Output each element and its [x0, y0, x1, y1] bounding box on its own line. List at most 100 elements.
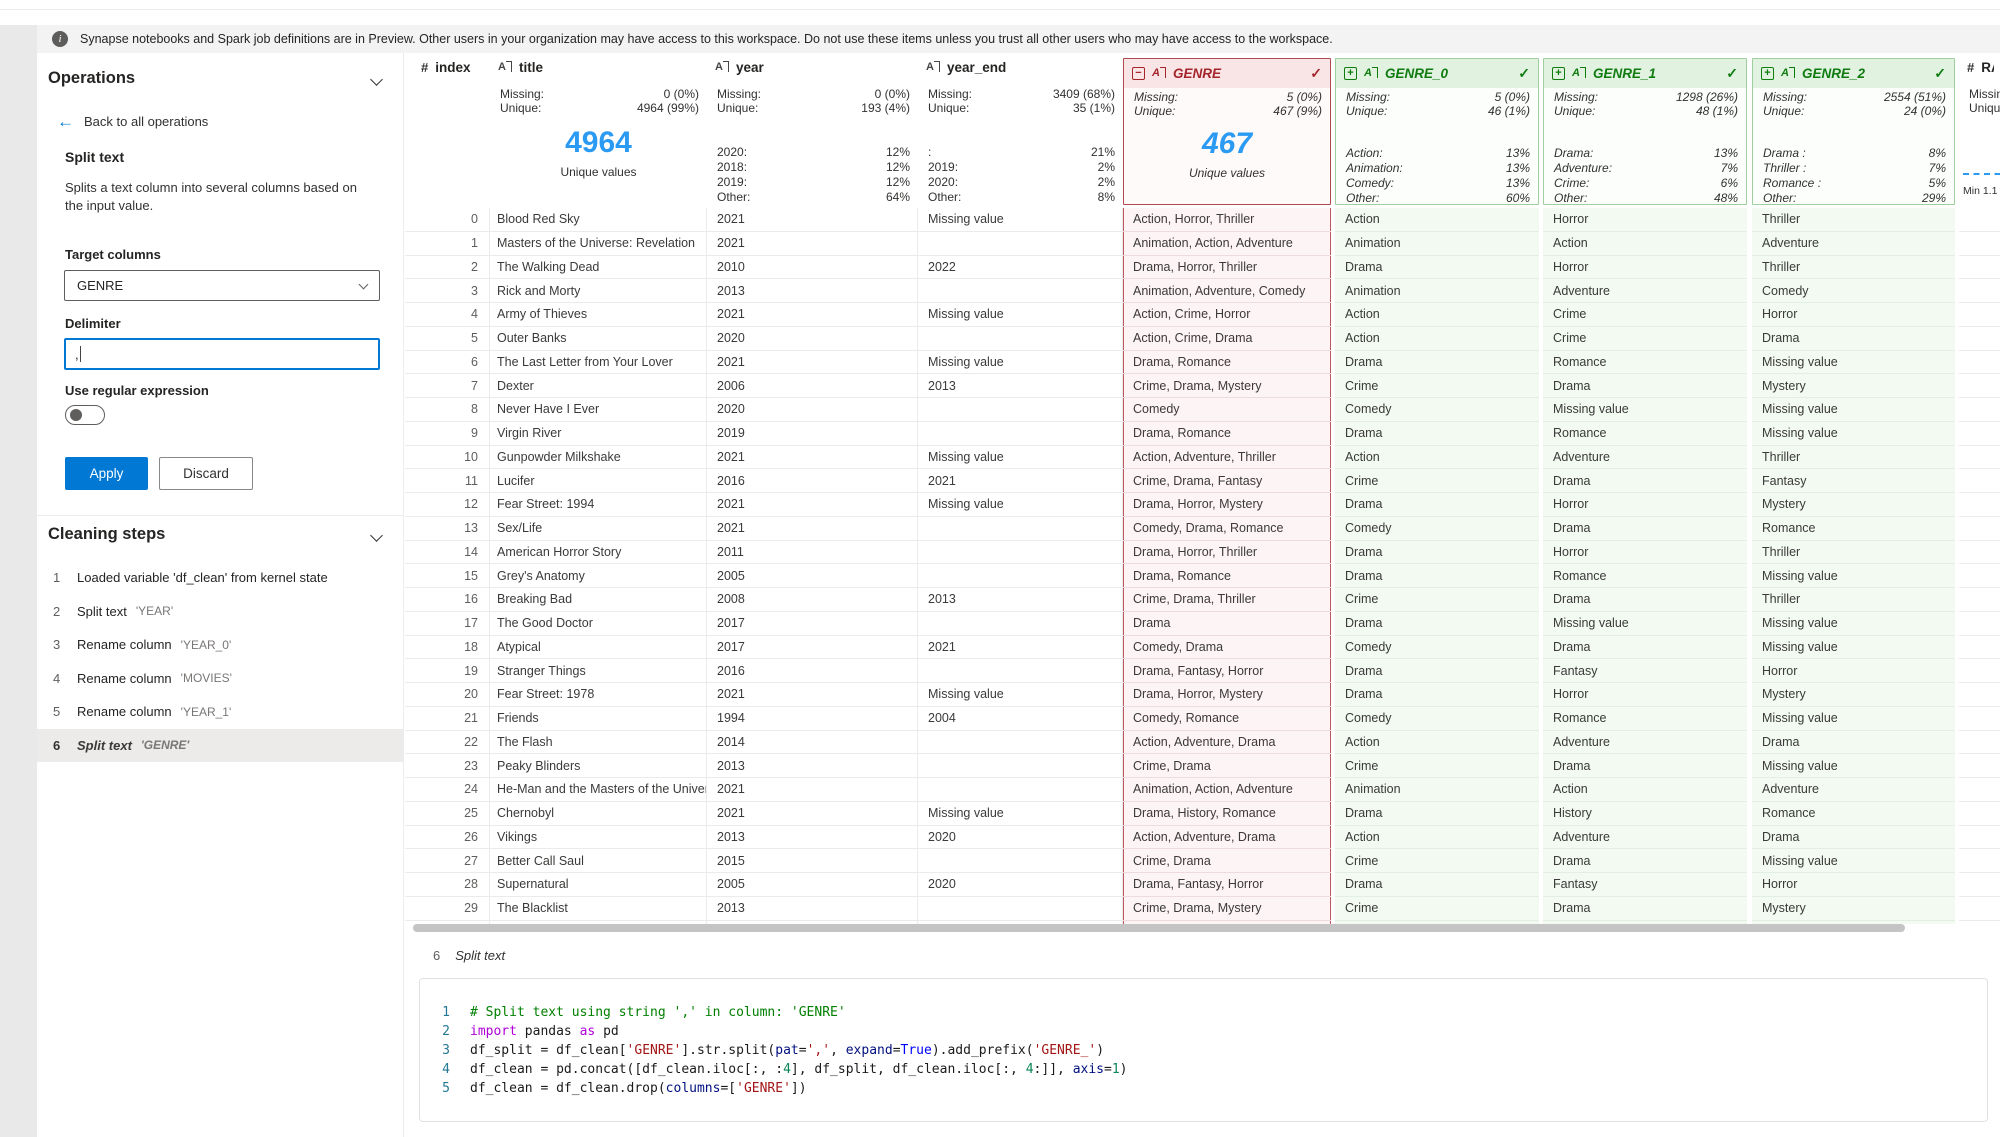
cell-rating — [1959, 849, 2000, 873]
code-token: import — [470, 1024, 517, 1039]
cell-index: 16 — [413, 588, 490, 612]
code-line: 1# Split text using string ',' in column… — [420, 1003, 1987, 1022]
chevron-down-icon[interactable] — [370, 529, 383, 542]
cleaning-step[interactable]: 3Rename column'YEAR_0' — [37, 628, 403, 662]
cell-genre: Animation, Adventure, Comedy — [1123, 279, 1331, 303]
checkmark-icon[interactable]: ✓ — [1310, 65, 1322, 82]
table-row: 11Lucifer20162021Crime, Drama, FantasyCr… — [405, 469, 2000, 493]
code-step-number: 6 — [433, 948, 440, 963]
cell-year-end — [918, 897, 1123, 921]
column-header-GENRE_2[interactable]: +AGENRE_2✓Missing:2554 (51%)Unique:24 (0… — [1752, 53, 1955, 208]
cell-genre: Action, Crime, Horror — [1123, 303, 1331, 327]
cell-title: Virgin River — [490, 422, 707, 446]
histogram-row: Thriller :7% — [1763, 161, 1946, 175]
stat-value: 3409 (68%) — [1053, 87, 1115, 101]
column-name: Atitle — [498, 60, 701, 75]
code-token: ]) — [791, 1081, 807, 1096]
chevron-down-icon — [359, 279, 369, 289]
table-row: 24He-Man and the Masters of the Universe… — [405, 778, 2000, 802]
table-row: 25Chernobyl2021Missing valueDrama, Histo… — [405, 802, 2000, 826]
stat-label: Missing: — [500, 87, 544, 101]
hist-value: 6% — [1721, 176, 1738, 190]
cell-genre-1: Drama — [1543, 588, 1747, 612]
table-row: 26Vikings20132020Action, Adventure, Dram… — [405, 826, 2000, 850]
cell-rating — [1959, 469, 2000, 493]
apply-button[interactable]: Apply — [65, 457, 148, 490]
cell-year: 1994 — [707, 707, 918, 731]
horizontal-scrollbar[interactable] — [413, 924, 1905, 932]
hist-value: 13% — [1506, 146, 1530, 160]
stat-label: Missing: — [1346, 90, 1390, 104]
cell-rating — [1959, 303, 2000, 327]
cell-genre-1: Adventure — [1543, 279, 1747, 303]
cell-genre: Action, Adventure, Drama — [1123, 731, 1331, 755]
code-token: ].str.split( — [681, 1043, 775, 1058]
cell-year-end: 2013 — [918, 588, 1123, 612]
cell-genre-0: Action — [1335, 327, 1539, 351]
cleaning-step[interactable]: 5Rename column'YEAR_1' — [37, 695, 403, 729]
cell-genre-0: Drama — [1335, 422, 1539, 446]
text-cursor — [80, 346, 81, 362]
row-gutter — [405, 256, 413, 280]
cell-title: Better Call Saul — [490, 849, 707, 873]
column-header-year[interactable]: AyearMissing:0 (0%)Unique:193 (4%)2020:1… — [707, 53, 918, 208]
discard-button[interactable]: Discard — [159, 457, 253, 490]
stat-label: Unique: — [1969, 101, 2000, 115]
column-header-RATING[interactable]: #RATINGMissing:Unique:Min 1.1 — [1959, 53, 2000, 208]
operation-description: Splits a text column into several column… — [65, 179, 365, 215]
cleaning-step[interactable]: 4Rename column'MOVIES' — [37, 662, 403, 696]
column-header-title[interactable]: AtitleMissing:0 (0%)Unique:4964 (99%)496… — [490, 53, 707, 208]
hist-key: Drama: — [1554, 146, 1593, 160]
cell-index: 28 — [413, 873, 490, 897]
cell-genre: Drama — [1123, 612, 1331, 636]
code-token: True — [901, 1043, 932, 1058]
cell-year: 2021 — [707, 351, 918, 375]
regex-toggle[interactable] — [65, 405, 105, 425]
cell-genre-1: Horror — [1543, 256, 1747, 280]
text-column-icon: A — [715, 62, 723, 73]
cell-genre-1: Fantasy — [1543, 873, 1747, 897]
table-row: 22The Flash2014Action, Adventure, DramaA… — [405, 731, 2000, 755]
chevron-down-icon[interactable] — [370, 73, 383, 86]
cell-genre-2: Thriller — [1752, 208, 1955, 232]
column-header-GENRE[interactable]: −AGENRE✓Missing:5 (0%)Unique:467 (9%)467… — [1123, 53, 1331, 208]
code-token: ) — [1096, 1043, 1104, 1058]
delimiter-input[interactable]: , — [64, 338, 380, 370]
line-number: 1 — [420, 1003, 470, 1022]
checkmark-icon[interactable]: ✓ — [1518, 65, 1530, 82]
cell-genre-1: Horror — [1543, 493, 1747, 517]
target-columns-select[interactable]: GENRE — [64, 270, 380, 301]
cell-index: 21 — [413, 707, 490, 731]
cell-genre-2: Horror — [1752, 873, 1955, 897]
distribution-line — [1963, 173, 2000, 175]
checkmark-icon[interactable]: ✓ — [1726, 65, 1738, 82]
hist-value: 7% — [1721, 161, 1738, 175]
plus-icon: + — [1761, 67, 1774, 80]
column-header-index[interactable]: #index — [413, 53, 490, 208]
table-row: 10Gunpowder Milkshake2021Missing valueAc… — [405, 446, 2000, 470]
line-number: 5 — [420, 1079, 470, 1098]
cell-index: 10 — [413, 446, 490, 470]
cell-year: 2015 — [707, 849, 918, 873]
row-gutter — [405, 422, 413, 446]
cell-rating — [1959, 398, 2000, 422]
back-to-operations-link[interactable]: ← Back to all operations — [57, 113, 208, 130]
cleaning-step[interactable]: 6Split text'GENRE' — [37, 729, 403, 763]
column-header-GENRE_0[interactable]: +AGENRE_0✓Missing:5 (0%)Unique:46 (1%)Ac… — [1335, 53, 1539, 208]
cell-genre: Comedy — [1123, 398, 1331, 422]
cleaning-step[interactable]: 2Split text'YEAR' — [37, 595, 403, 629]
cell-rating — [1959, 541, 2000, 565]
table-header: #indexAtitleMissing:0 (0%)Unique:4964 (9… — [405, 53, 2000, 208]
row-gutter — [405, 208, 413, 232]
step-detail: 'YEAR_1' — [181, 705, 232, 719]
column-header-year_end[interactable]: Ayear_endMissing:3409 (68%)Unique:35 (1%… — [918, 53, 1123, 208]
cell-year-end: Missing value — [918, 446, 1123, 470]
column-header-GENRE_1[interactable]: +AGENRE_1✓Missing:1298 (26%)Unique:48 (1… — [1543, 53, 1747, 208]
cleaning-step[interactable]: 1Loaded variable 'df_clean' from kernel … — [37, 561, 403, 595]
checkmark-icon[interactable]: ✓ — [1934, 65, 1946, 82]
row-gutter — [405, 303, 413, 327]
cell-year: 2005 — [707, 564, 918, 588]
cell-genre-2: Missing value — [1752, 564, 1955, 588]
cell-genre-0: Drama — [1335, 683, 1539, 707]
cell-genre-0: Comedy — [1335, 398, 1539, 422]
